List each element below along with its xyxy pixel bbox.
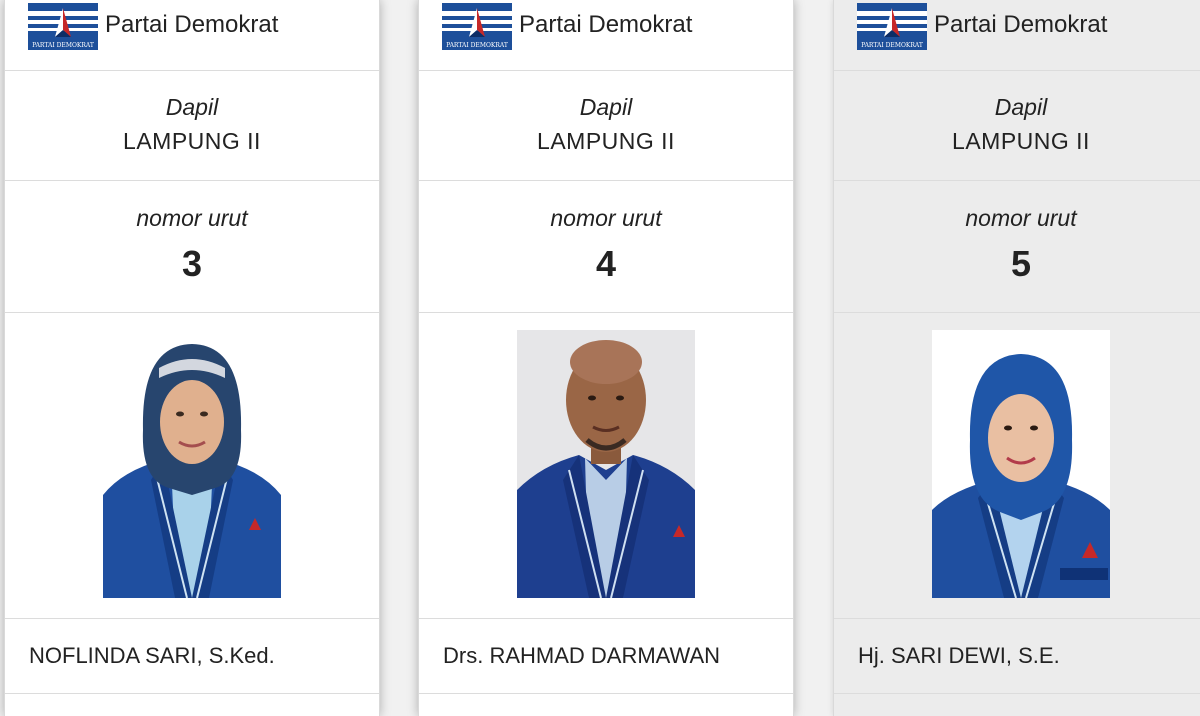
nomor-urut-label: nomor urut	[965, 205, 1077, 231]
candidate-name: Hj. SARI DEWI, S.E.	[858, 643, 1060, 668]
candidate-photo[interactable]	[103, 330, 281, 598]
partai-demokrat-logo: PARTAI DEMOKRAT	[442, 3, 512, 50]
nomor-urut-value: 5	[1010, 243, 1032, 284]
dapil-row: Dapil LAMPUNG II	[419, 71, 793, 181]
candidate-photo[interactable]	[517, 330, 695, 598]
party-row: PARTAI DEMOKRAT Partai Demokrat	[834, 0, 1200, 71]
dapil-row: Dapil LAMPUNG II	[834, 71, 1200, 181]
dapil-value: LAMPUNG II	[537, 128, 675, 154]
nomor-urut-value: 3	[181, 243, 203, 284]
photo-row	[5, 313, 379, 619]
nomor-urut-label: nomor urut	[136, 205, 248, 231]
candidate-name-row: Drs. RAHMAD DARMAWAN	[419, 619, 793, 694]
partai-demokrat-logo: PARTAI DEMOKRAT	[28, 3, 98, 50]
party-name: Partai Demokrat	[105, 11, 279, 38]
svg-text:PARTAI DEMOKRAT: PARTAI DEMOKRAT	[861, 42, 923, 49]
candidate-card-3[interactable]: PARTAI DEMOKRAT Partai Demokrat Dapil LA…	[833, 0, 1200, 716]
dapil-label: Dapil	[579, 94, 633, 120]
nomor-urut-value: 4	[595, 243, 617, 284]
candidate-name: Drs. RAHMAD DARMAWAN	[443, 643, 721, 668]
dapil-label: Dapil	[165, 94, 219, 120]
nomor-urut-row: nomor urut 3	[5, 181, 379, 313]
candidate-photo[interactable]	[932, 330, 1110, 598]
svg-text:PARTAI DEMOKRAT: PARTAI DEMOKRAT	[446, 42, 508, 49]
candidate-card-2[interactable]: PARTAI DEMOKRAT Partai Demokrat Dapil LA…	[418, 0, 794, 716]
partai-demokrat-logo: PARTAI DEMOKRAT	[857, 3, 927, 50]
party-name: Partai Demokrat	[934, 11, 1108, 38]
candidate-name: NOFLINDA SARI, S.Ked.	[29, 643, 275, 668]
party-row: PARTAI DEMOKRAT Partai Demokrat	[419, 0, 793, 71]
photo-row	[419, 313, 793, 619]
candidate-card-1[interactable]: PARTAI DEMOKRAT Partai Demokrat Dapil LA…	[4, 0, 380, 716]
dapil-label: Dapil	[994, 94, 1048, 120]
photo-row	[834, 313, 1200, 619]
dapil-row: Dapil LAMPUNG II	[5, 71, 379, 181]
next-row	[5, 694, 379, 716]
next-row	[834, 694, 1200, 716]
candidate-name-row: Hj. SARI DEWI, S.E.	[834, 619, 1200, 694]
candidate-name-row: NOFLINDA SARI, S.Ked.	[5, 619, 379, 694]
svg-text:PARTAI DEMOKRAT: PARTAI DEMOKRAT	[32, 42, 94, 49]
nomor-urut-row: nomor urut 5	[834, 181, 1200, 313]
dapil-value: LAMPUNG II	[123, 128, 261, 154]
next-row	[419, 694, 793, 716]
party-name: Partai Demokrat	[519, 11, 693, 38]
nomor-urut-row: nomor urut 4	[419, 181, 793, 313]
dapil-value: LAMPUNG II	[952, 128, 1090, 154]
nomor-urut-label: nomor urut	[550, 205, 662, 231]
party-row: PARTAI DEMOKRAT Partai Demokrat	[5, 0, 379, 71]
